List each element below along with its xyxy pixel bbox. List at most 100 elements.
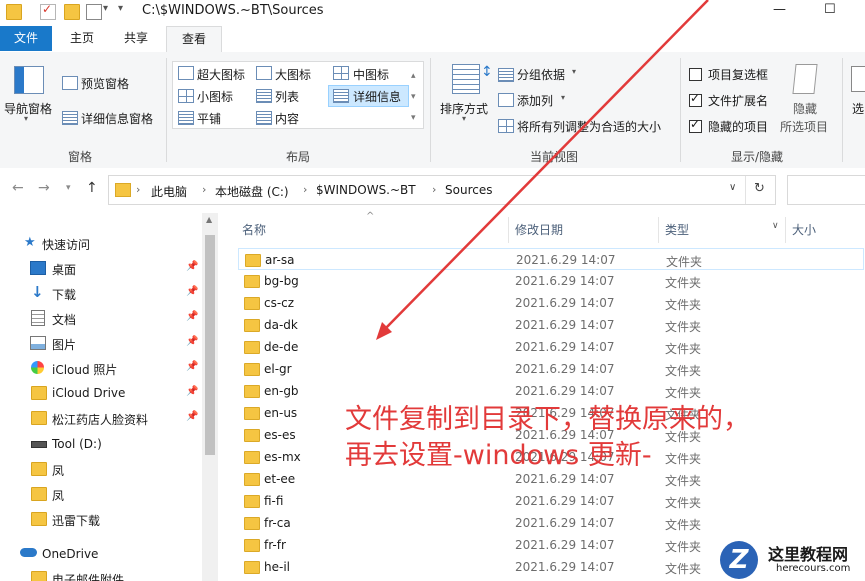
file-row[interactable]: en-gb 2021.6.29 14:07 文件夹 [238, 380, 864, 402]
file-name: fr-fr [264, 538, 286, 552]
refresh-icon[interactable]: ↻ [754, 181, 765, 196]
quick-access-dropdown-icon[interactable]: ▾ [118, 3, 123, 14]
column-divider[interactable] [785, 217, 786, 243]
item-checkbox-toggle[interactable] [689, 68, 702, 81]
back-icon[interactable]: ← [12, 180, 24, 196]
options-icon[interactable] [851, 66, 865, 92]
chevron-down-icon[interactable]: ▾ [462, 114, 466, 123]
nav-quick-access[interactable]: ★ 快速访问 [0, 232, 200, 254]
tab-view[interactable]: 查看 [166, 26, 222, 53]
layout-medium-icons[interactable]: 中图标 [353, 66, 389, 83]
minimize-button[interactable]: — [773, 2, 786, 17]
file-row[interactable]: ar-sa 2021.6.29 14:07 文件夹 [238, 248, 864, 270]
chevron-right-icon[interactable]: › [136, 183, 140, 196]
breadcrumb-local-disk[interactable]: 本地磁盘 (C:) [215, 183, 289, 200]
nav-item-thunder-downloads[interactable]: 迅雷下载 [0, 508, 200, 530]
pin-icon[interactable]: 📌 [186, 261, 198, 272]
layout-tiles[interactable]: 平铺 [197, 110, 221, 127]
search-input[interactable] [787, 175, 865, 205]
scroll-up-icon[interactable]: ▲ [206, 215, 212, 224]
nav-item-pictures[interactable]: 图片 📌 [0, 332, 200, 354]
nav-item-downloads[interactable]: ↓ 下载 📌 [0, 282, 200, 304]
file-type: 文件夹 [665, 276, 702, 290]
chevron-right-icon[interactable]: › [432, 183, 436, 196]
chevron-down-icon[interactable]: ▾ [572, 67, 576, 76]
recent-locations-icon[interactable]: ▾ [66, 183, 71, 193]
annotation-text: 文件复制到目录下，替换原来的， 再去设置-windows 更新- [345, 402, 750, 474]
pin-icon[interactable]: 📌 [186, 361, 198, 372]
hide-button[interactable]: 隐藏 [793, 100, 817, 117]
pin-icon[interactable]: 📌 [186, 311, 198, 322]
properties-icon[interactable] [40, 2, 56, 20]
pin-icon[interactable]: 📌 [186, 386, 198, 397]
chevron-down-icon[interactable]: ▾ [561, 93, 565, 102]
layout-small-icons[interactable]: 小图标 [197, 88, 233, 105]
layout-extra-large-icons[interactable]: 超大图标 [197, 66, 245, 83]
column-date[interactable]: 修改日期 [515, 221, 563, 238]
column-divider[interactable] [658, 217, 659, 243]
file-row[interactable]: fi-fi 2021.6.29 14:07 文件夹 [238, 490, 864, 512]
chevron-down-icon[interactable]: ▾ [24, 114, 28, 123]
layout-content[interactable]: 内容 [275, 110, 299, 127]
address-bar[interactable]: › 此电脑 › 本地磁盘 (C:) › $WINDOWS.~BT › Sourc… [108, 175, 776, 205]
chevron-down-icon[interactable]: ∨ [729, 182, 736, 193]
chevron-down-icon[interactable]: ▾ [103, 3, 108, 14]
file-row[interactable]: fr-ca 2021.6.29 14:07 文件夹 [238, 512, 864, 534]
breadcrumb-this-pc[interactable]: 此电脑 [151, 183, 187, 200]
details-pane-button[interactable]: 详细信息窗格 [81, 110, 153, 127]
tab-share[interactable]: 共享 [112, 26, 160, 51]
layout-list[interactable]: 列表 [275, 88, 299, 105]
add-column-button[interactable]: 添加列 [517, 92, 553, 109]
column-type[interactable]: 类型 [665, 221, 689, 238]
breadcrumb-windows-bt[interactable]: $WINDOWS.~BT [316, 183, 416, 197]
file-row[interactable]: bg-bg 2021.6.29 14:07 文件夹 [238, 270, 864, 292]
nav-scrollbar-thumb[interactable] [205, 235, 215, 455]
tab-file[interactable]: 文件 [0, 26, 52, 51]
column-size[interactable]: 大小 [792, 221, 816, 238]
nav-item-email-attachments[interactable]: 电子邮件附件 [0, 567, 200, 581]
forward-icon[interactable]: → [38, 180, 50, 196]
nav-onedrive[interactable]: OneDrive [0, 543, 200, 565]
fit-columns-button[interactable]: 将所有列调整为合适的大小 [517, 118, 661, 135]
sort-by-icon[interactable] [452, 64, 480, 94]
file-row[interactable]: cs-cz 2021.6.29 14:07 文件夹 [238, 292, 864, 314]
pin-icon[interactable]: 📌 [186, 286, 198, 297]
layout-details[interactable]: 详细信息 [353, 88, 401, 105]
nav-item-folder[interactable]: 凤 [0, 483, 200, 505]
tab-home[interactable]: 主页 [58, 26, 106, 51]
column-name[interactable]: 名称 [242, 221, 266, 238]
options-button[interactable]: 选 [852, 100, 864, 117]
pin-icon[interactable]: 📌 [186, 336, 198, 347]
column-divider[interactable] [508, 217, 509, 243]
folder-icon [244, 517, 260, 530]
file-type: 文件夹 [665, 364, 702, 378]
nav-pane-icon[interactable] [14, 66, 44, 94]
layout-large-icons[interactable]: 大图标 [275, 66, 311, 83]
nav-item-icloud-photos[interactable]: iCloud 照片 📌 [0, 357, 200, 379]
customize-toolbar-icon[interactable] [86, 4, 102, 20]
breadcrumb-sources[interactable]: Sources [445, 183, 492, 197]
file-row[interactable]: el-gr 2021.6.29 14:07 文件夹 [238, 358, 864, 380]
file-row[interactable]: de-de 2021.6.29 14:07 文件夹 [238, 336, 864, 358]
pin-icon[interactable]: 📌 [186, 411, 198, 422]
nav-item-tool-drive[interactable]: Tool (D:) [0, 433, 200, 455]
file-row[interactable]: da-dk 2021.6.29 14:07 文件夹 [238, 314, 864, 336]
group-by-button[interactable]: 分组依据 [517, 66, 565, 83]
preview-pane-button[interactable]: 预览窗格 [81, 75, 129, 92]
hidden-items-checkbox[interactable] [689, 117, 702, 133]
nav-item-desktop[interactable]: 桌面 📌 [0, 257, 200, 279]
chevron-right-icon[interactable]: › [303, 183, 307, 196]
up-icon[interactable]: ↑ [86, 180, 98, 196]
chevron-down-icon[interactable]: ∨ [772, 221, 779, 231]
nav-item-folder[interactable]: 凤 [0, 458, 200, 480]
new-folder-icon[interactable] [64, 4, 80, 20]
layout-scroll-arrows[interactable]: ▴ ▾ ▾ [411, 66, 416, 129]
nav-item-folder[interactable]: 松江药店人脸资料 📌 [0, 407, 200, 429]
maximize-button[interactable]: ☐ [824, 2, 836, 17]
chevron-right-icon[interactable]: › [202, 183, 206, 196]
file-name: en-us [264, 406, 298, 420]
folder-icon [244, 539, 260, 552]
nav-item-icloud-drive[interactable]: iCloud Drive 📌 [0, 382, 200, 404]
nav-item-documents[interactable]: 文档 📌 [0, 307, 200, 329]
file-ext-checkbox[interactable] [689, 91, 702, 107]
